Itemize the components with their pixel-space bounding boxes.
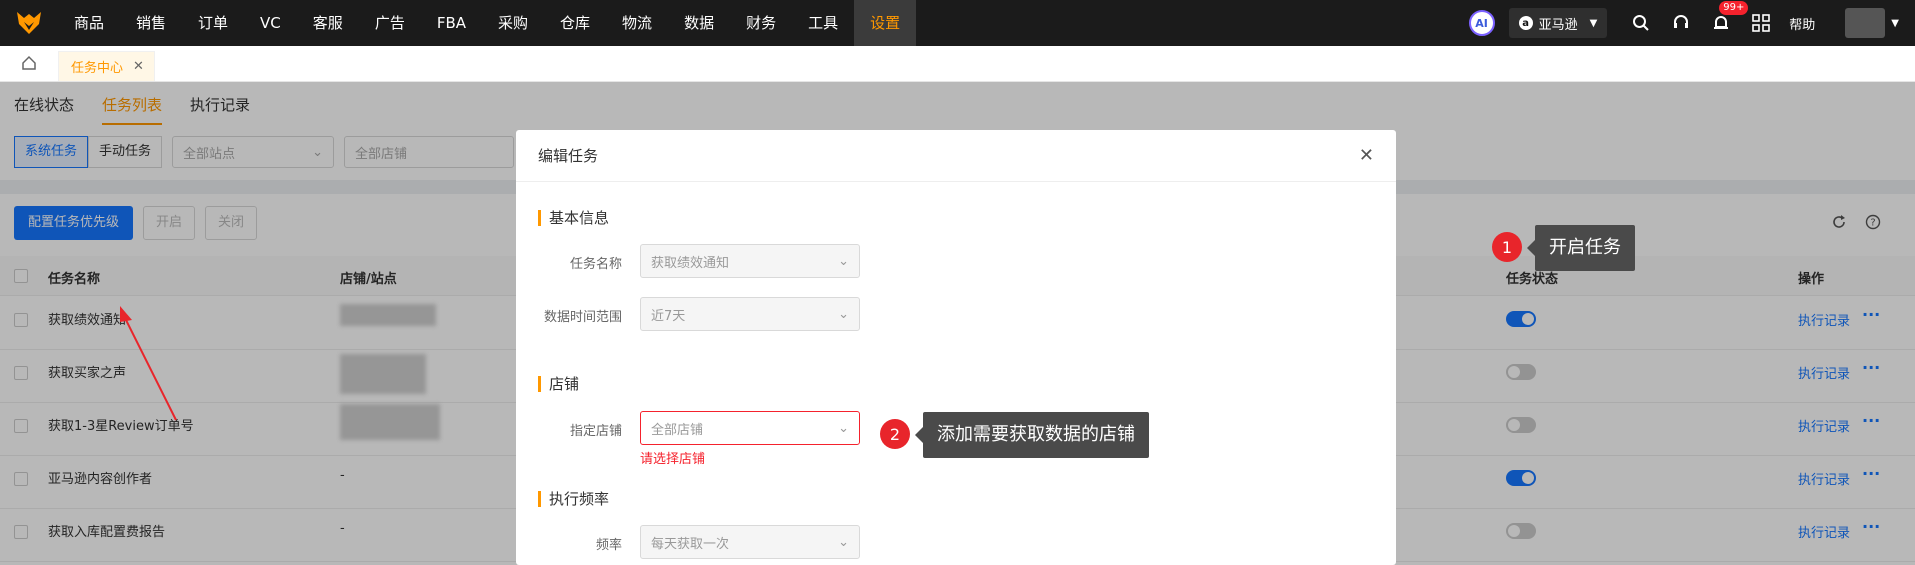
page-tab-task-center[interactable]: 任务中心 ✕ xyxy=(58,51,155,81)
close-icon[interactable]: ✕ xyxy=(1359,145,1374,166)
close-icon[interactable]: ✕ xyxy=(133,59,144,74)
section-shop: 店铺 xyxy=(538,376,579,392)
task-name-select[interactable]: 获取绩效通知 ⌄ xyxy=(640,244,860,278)
data-range-value: 近7天 xyxy=(651,308,686,324)
nav-item[interactable]: FBA xyxy=(421,0,482,46)
nav-item[interactable]: 广告 xyxy=(359,0,421,46)
callout-number-1: 1 xyxy=(1492,232,1522,262)
callout-number-2: 2 xyxy=(880,419,910,449)
frequency-value: 每天获取一次 xyxy=(651,536,730,552)
notification-badge: 99+ xyxy=(1719,1,1749,15)
data-range-label: 数据时间范围 xyxy=(543,310,622,325)
page-tab-bar: 任务中心 ✕ xyxy=(0,46,1915,82)
nav-item[interactable]: 采购 xyxy=(482,0,544,46)
apps-grid-icon[interactable] xyxy=(1749,11,1773,35)
marketplace-label: 亚马逊 xyxy=(1538,17,1578,33)
nav-item[interactable]: 订单 xyxy=(182,0,244,46)
top-nav: 商品 销售 订单 VC 客服 广告 FBA 采购 仓库 物流 数据 财务 工具 设置 AI a 亚马逊 ▼… xyxy=(0,0,1915,46)
section-basic-info: 基本信息 xyxy=(538,210,609,226)
nav-item[interactable]: VC xyxy=(244,0,297,46)
search-icon[interactable] xyxy=(1629,11,1653,35)
data-range-select[interactable]: 近7天 ⌄ xyxy=(640,297,860,331)
nav-item[interactable]: 工具 xyxy=(792,0,854,46)
nav-item[interactable]: 数据 xyxy=(668,0,730,46)
amazon-icon: a xyxy=(1518,16,1533,30)
nav-item[interactable]: 仓库 xyxy=(544,0,606,46)
assign-shop-select[interactable]: 全部店铺 ⌄ xyxy=(640,411,860,445)
headset-icon[interactable] xyxy=(1669,11,1693,35)
chevron-down-icon: ⌄ xyxy=(838,253,849,269)
nav-right-tools: AI a 亚马逊 ▼ 99+ 帮助 ▼ xyxy=(1468,0,1915,46)
marketplace-select[interactable]: a 亚马逊 ▼ xyxy=(1508,8,1608,38)
chevron-down-icon: ⌄ xyxy=(838,534,849,550)
frequency-select[interactable]: 每天获取一次 ⌄ xyxy=(640,525,860,559)
nav-item[interactable]: 销售 xyxy=(120,0,182,46)
nav-item[interactable]: 客服 xyxy=(297,0,359,46)
frequency-label: 频率 xyxy=(595,538,622,553)
callout-add-shop: 添加需要获取数据的店铺 xyxy=(915,412,1149,458)
edit-task-modal: 编辑任务 ✕ 基本信息 任务名称 获取绩效通知 ⌄ 数据时间范围 近7天 ⌄ 店… xyxy=(516,130,1396,565)
bell-icon[interactable]: 99+ xyxy=(1709,1,1749,35)
home-icon[interactable] xyxy=(0,45,58,81)
assign-shop-label: 指定店铺 xyxy=(569,424,622,439)
ai-assistant-button[interactable]: AI xyxy=(1468,10,1495,36)
chevron-down-icon: ⌄ xyxy=(838,420,849,436)
task-name-value: 获取绩效通知 xyxy=(651,255,730,271)
nav-item[interactable]: 商品 xyxy=(58,0,120,46)
avatar[interactable] xyxy=(1845,8,1886,38)
annotation-arrow xyxy=(120,306,177,421)
modal-header: 编辑任务 ✕ xyxy=(516,130,1396,182)
shop-error-message: 请选择店铺 xyxy=(640,452,706,467)
chevron-down-icon: ⌄ xyxy=(838,306,849,322)
page-tab-label: 任务中心 xyxy=(71,61,124,76)
nav-menu: 商品 销售 订单 VC 客服 广告 FBA 采购 仓库 物流 数据 财务 工具 设置 xyxy=(58,0,917,46)
help-link[interactable]: 帮助 xyxy=(1789,14,1815,33)
nav-item[interactable]: 物流 xyxy=(606,0,668,46)
modal-title: 编辑任务 xyxy=(538,147,599,165)
logo-icon[interactable] xyxy=(0,0,58,46)
assign-shop-placeholder: 全部店铺 xyxy=(651,422,704,438)
nav-item[interactable]: 财务 xyxy=(730,0,792,46)
task-name-label: 任务名称 xyxy=(569,257,622,272)
nav-item[interactable]: 设置 xyxy=(854,0,917,46)
section-frequency: 执行频率 xyxy=(538,491,609,507)
chevron-down-icon: ▼ xyxy=(1589,17,1598,29)
callout-enable-task: 开启任务 xyxy=(1527,225,1635,271)
chevron-down-icon[interactable]: ▼ xyxy=(1891,18,1899,29)
